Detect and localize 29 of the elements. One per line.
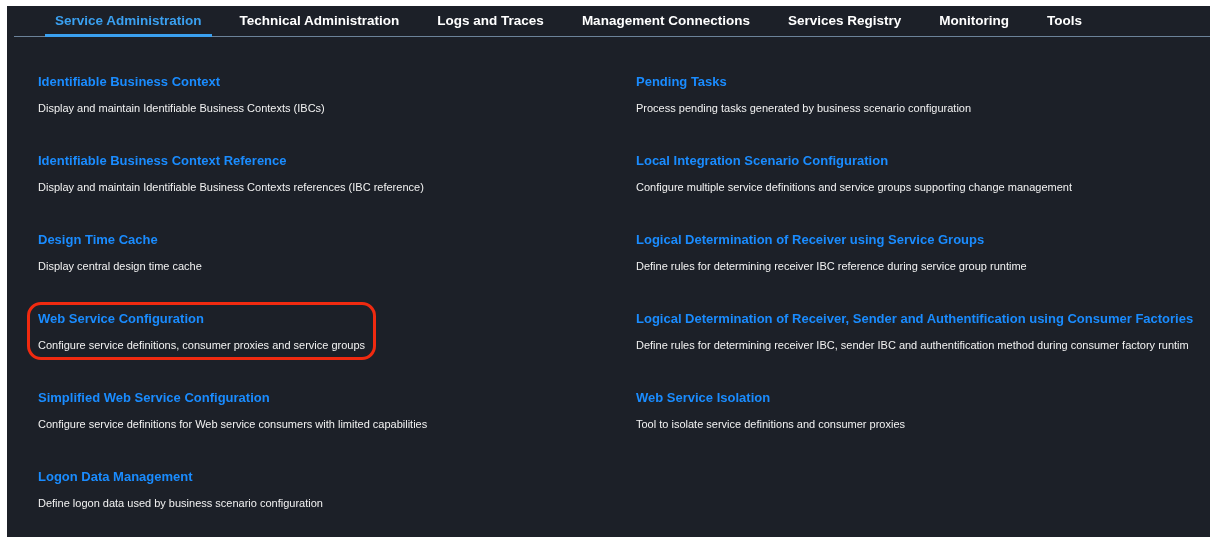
tab[interactable]: Management Connections bbox=[571, 6, 760, 37]
service-link[interactable]: Logical Determination of Receiver, Sender and Authentification using Consumer Factories bbox=[636, 311, 1194, 326]
service-description: Define logon data used by business scenario configuration bbox=[38, 497, 323, 509]
service-link[interactable]: Design Time Cache bbox=[38, 232, 202, 247]
tab[interactable]: Tools bbox=[1036, 6, 1092, 37]
service-description: Tool to isolate service definitions and consumer proxies bbox=[636, 418, 906, 430]
service-description: Configure service definitions for Web service consumers with limited capabilities bbox=[38, 418, 428, 430]
service-link[interactable]: Identifiable Business Context bbox=[38, 74, 325, 89]
service-link[interactable]: Web Service Isolation bbox=[636, 390, 906, 405]
tab[interactable]: Service Administration bbox=[45, 6, 212, 37]
service-link[interactable]: Logical Determination of Receiver using Service Groups bbox=[636, 232, 1027, 247]
service-link[interactable]: Pending Tasks bbox=[636, 74, 972, 89]
service-description: Configure service definitions, consumer proxies and service groups bbox=[38, 339, 366, 351]
tab[interactable]: Monitoring bbox=[929, 6, 1019, 37]
tab[interactable]: Services Registry bbox=[777, 6, 912, 37]
service-description: Define rules for determining receiver IBC, sender IBC and authentification method during consumer factory runtim bbox=[636, 339, 1190, 351]
tab[interactable]: Logs and Traces bbox=[427, 6, 554, 37]
service-link[interactable]: Local Integration Scenario Configuration bbox=[636, 153, 1072, 168]
service-description: Display central design time cache bbox=[38, 260, 202, 272]
service-description: Process pending tasks generated by business scenario configuration bbox=[636, 102, 972, 114]
service-description: Define rules for determining receiver IBC reference during service group runtime bbox=[636, 260, 1027, 272]
service-link[interactable]: Logon Data Management bbox=[38, 469, 323, 484]
service-link[interactable]: Identifiable Business Context Reference bbox=[38, 153, 424, 168]
tab[interactable]: Technical Administration bbox=[229, 6, 410, 37]
service-link[interactable]: Simplified Web Service Configuration bbox=[38, 390, 428, 405]
service-description: Configure multiple service definitions and service groups supporting change management bbox=[636, 181, 1072, 193]
service-link[interactable]: Web Service Configuration bbox=[38, 311, 366, 326]
service-description: Display and maintain Identifiable Business Contexts references (IBC reference) bbox=[38, 181, 424, 193]
service-description: Display and maintain Identifiable Business Contexts (IBCs) bbox=[38, 102, 325, 114]
